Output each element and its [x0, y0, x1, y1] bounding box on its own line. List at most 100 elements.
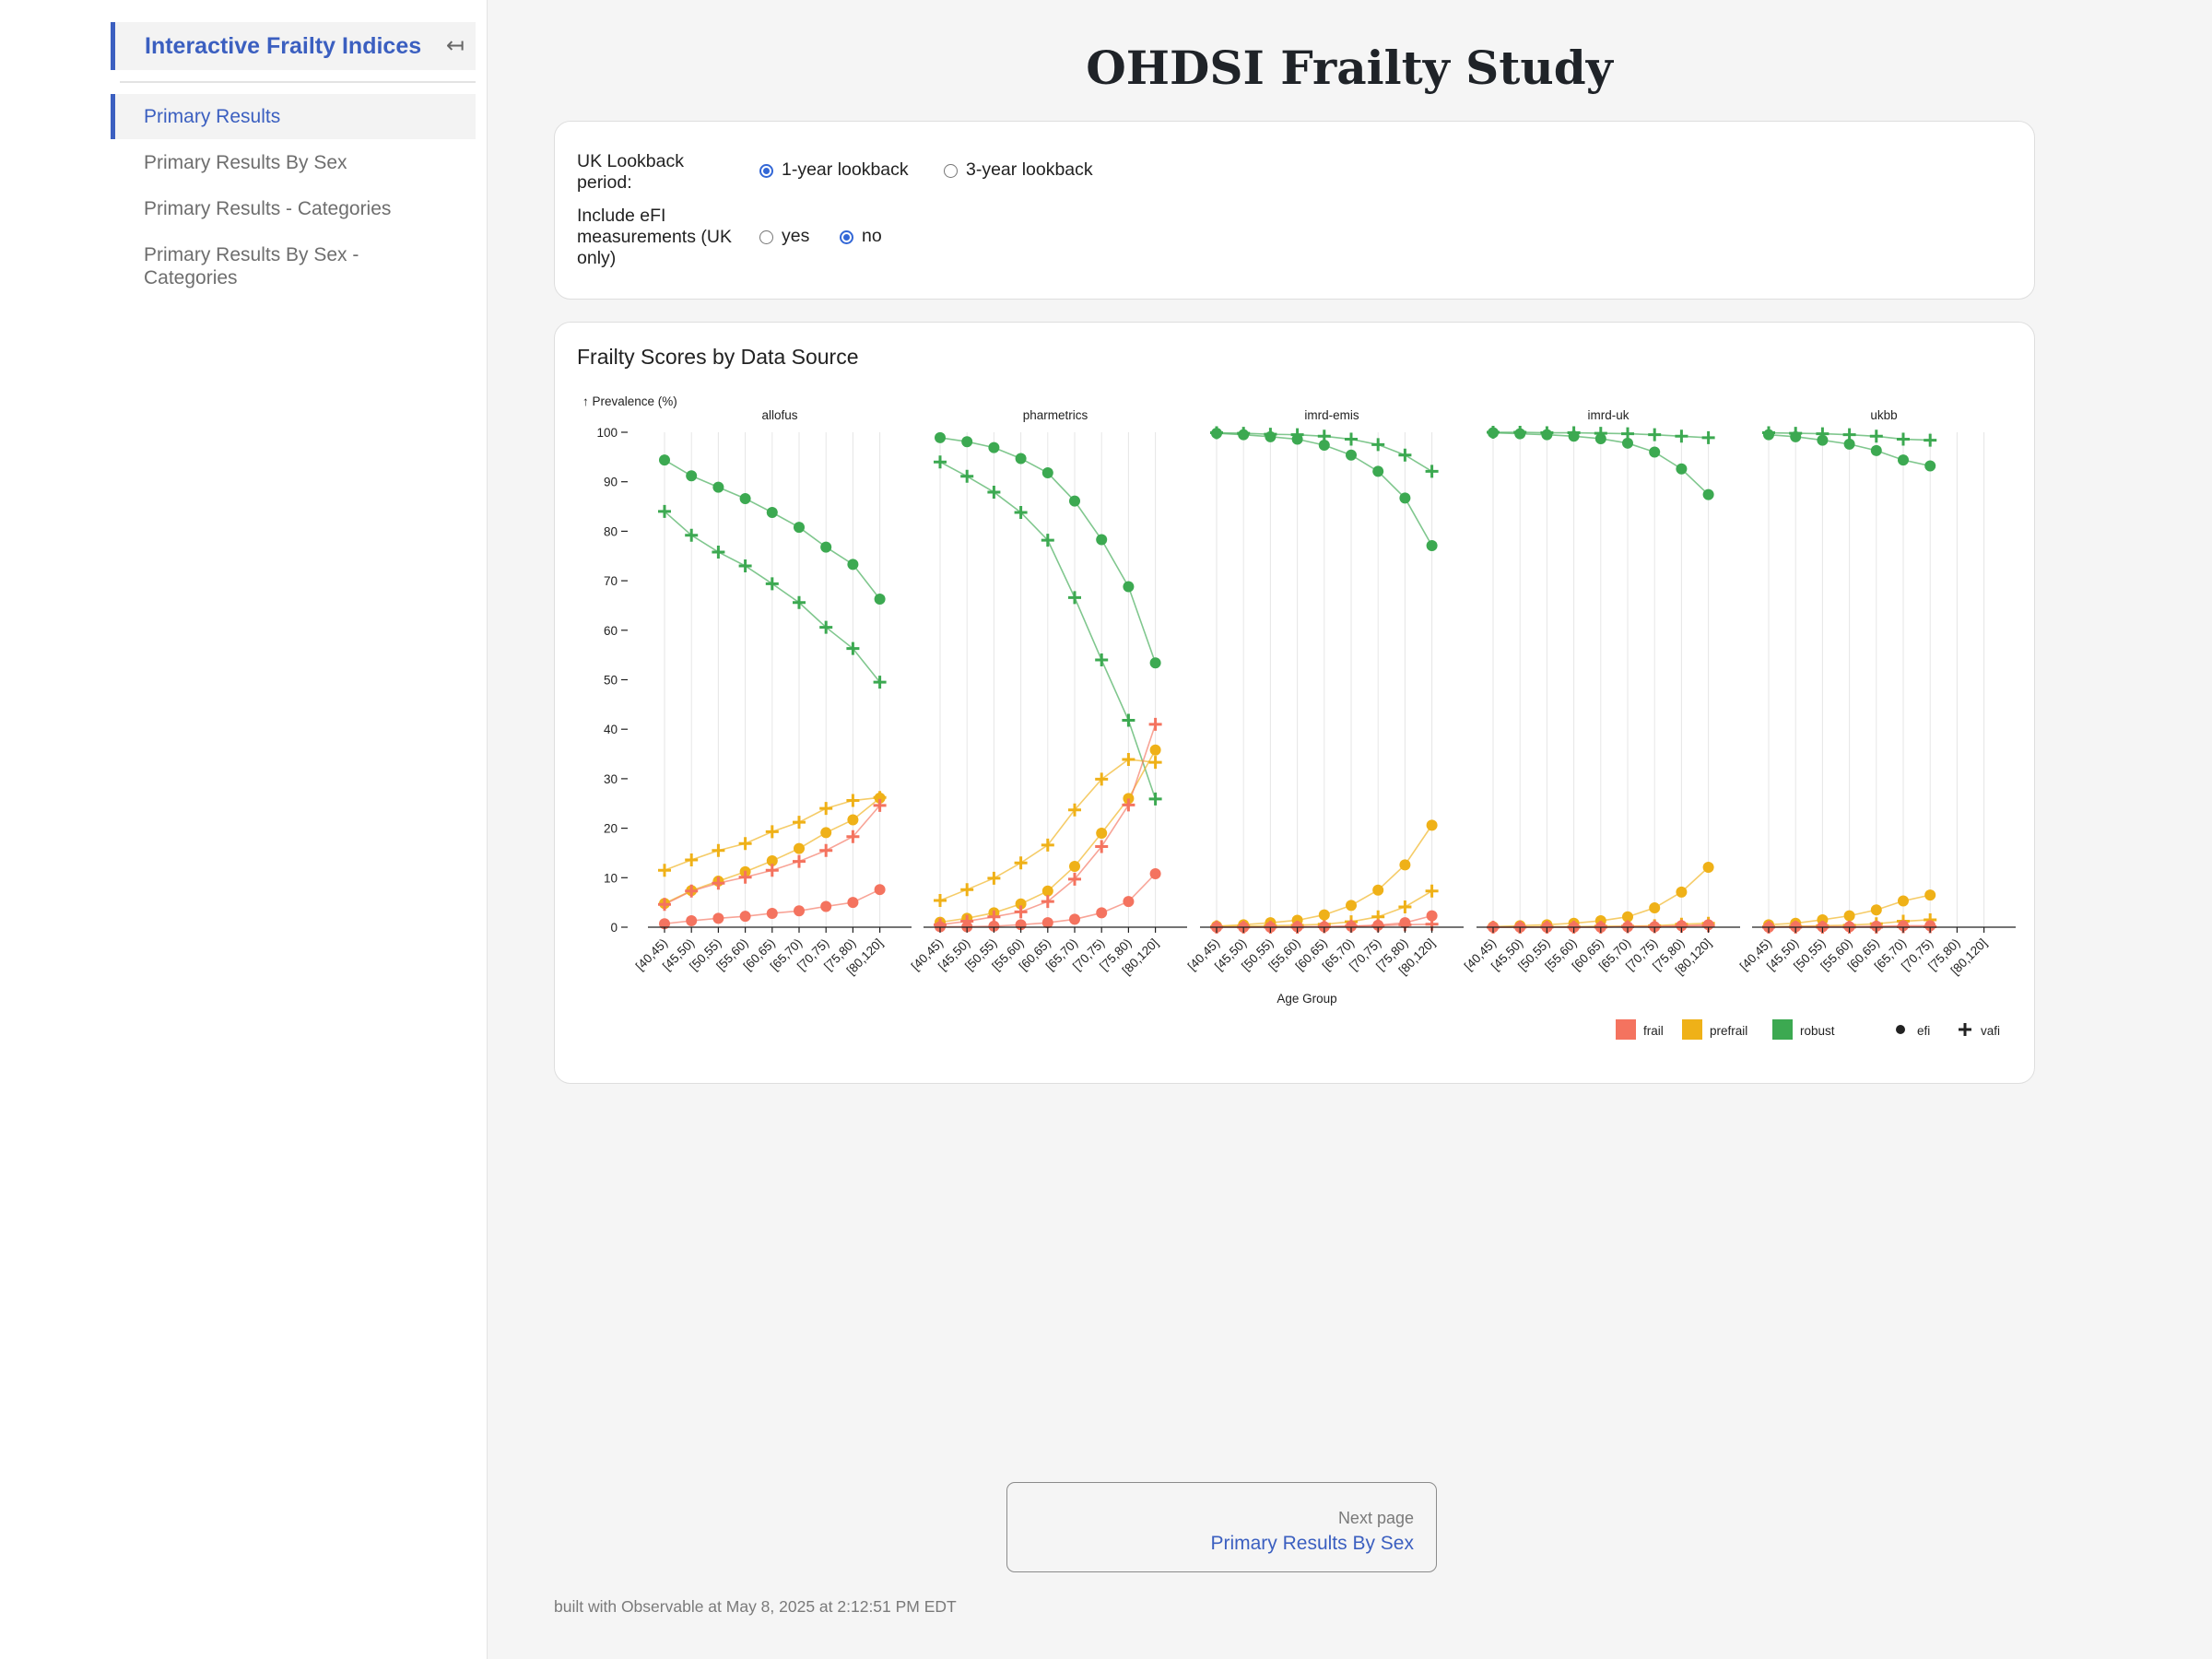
data-point-vafi-robust: [1924, 433, 1937, 447]
footer-text: built with Observable at May 8, 2025 at …: [554, 1597, 957, 1616]
y-tick-label: 30: [604, 772, 618, 786]
data-point-vafi-robust: [1648, 428, 1662, 441]
data-point-vafi-frail: [793, 854, 806, 868]
radio-unchecked-icon[interactable]: [944, 164, 958, 178]
data-point-vafi-robust: [712, 545, 725, 559]
lookback-1-year-radio[interactable]: 1-year lookback: [759, 159, 909, 181]
radio-checked-icon[interactable]: [759, 164, 773, 178]
frailty-chart: ↑ Prevalence (%) 0 10 20 30 40 50 60 70 80 90 100 al…: [582, 394, 2016, 1040]
data-point-efi-robust: [935, 431, 946, 443]
data-point-vafi-robust: [1068, 591, 1081, 605]
lookback-3-year-radio[interactable]: 3-year lookback: [944, 159, 1093, 181]
data-point-efi-frail: [1096, 907, 1108, 919]
data-point-vafi-prefrail: [1398, 900, 1412, 913]
data-point-vafi-prefrail: [987, 871, 1001, 885]
controls-card: UK Lookback period: 1-year lookback 3-ye…: [554, 121, 2035, 300]
data-point-vafi-prefrail: [1014, 856, 1028, 870]
facet-label: ukbb: [1870, 408, 1897, 422]
x-axis-label: Age Group: [1277, 992, 1336, 1006]
data-point-efi-robust: [1123, 581, 1135, 593]
efi-no-radio[interactable]: no: [840, 226, 882, 247]
data-point-vafi-prefrail: [685, 853, 699, 866]
data-point-efi-robust: [1924, 460, 1936, 472]
y-tick-label: 40: [604, 723, 618, 736]
y-tick-label: 60: [604, 624, 618, 638]
legend-label-efi: efi: [1917, 1024, 1930, 1038]
radio-unchecked-icon[interactable]: [759, 230, 773, 244]
data-point-efi-frail: [820, 900, 832, 912]
data-point-vafi-robust: [738, 559, 752, 572]
data-point-efi-frail: [739, 911, 751, 923]
data-point-vafi-prefrail: [819, 802, 833, 816]
legend-swatch-frail: [1616, 1019, 1636, 1040]
data-point-efi-robust: [712, 481, 724, 493]
data-point-vafi-frail: [1148, 717, 1162, 731]
data-point-vafi-frail: [1014, 905, 1028, 919]
data-point-efi-prefrail: [794, 842, 805, 854]
data-point-efi-robust: [794, 522, 805, 534]
data-point-vafi-robust: [1425, 465, 1439, 478]
data-point-vafi-prefrail: [738, 837, 752, 851]
data-point-vafi-prefrail: [1041, 838, 1054, 852]
sidebar-item-primary-results[interactable]: Primary Results: [111, 94, 476, 139]
sidebar-item-primary-results-by-sex-categories[interactable]: Primary Results By Sex - Categories: [111, 243, 442, 289]
next-page-link[interactable]: Primary Results By Sex: [1210, 1533, 1414, 1555]
data-point-efi-prefrail: [1649, 902, 1661, 914]
data-point-vafi-robust: [934, 455, 947, 469]
data-point-vafi-robust: [1371, 438, 1385, 452]
data-point-efi-prefrail: [1702, 862, 1714, 874]
data-point-efi-robust: [1649, 446, 1661, 458]
data-point-efi-robust: [874, 593, 886, 605]
data-point-efi-frail: [686, 915, 698, 927]
facet-label: pharmetrics: [1023, 408, 1088, 422]
chart-card: Frailty Scores by Data Source ↑ Prevalen…: [554, 322, 2035, 1084]
data-point-vafi-robust: [1701, 430, 1715, 444]
data-point-vafi-robust: [1398, 448, 1412, 462]
legend-swatch-prefrail: [1682, 1019, 1702, 1040]
data-point-efi-robust: [1898, 454, 1909, 466]
data-point-efi-robust: [1041, 467, 1053, 479]
y-tick-label: 0: [610, 921, 618, 935]
next-page-card[interactable]: Next page Primary Results By Sex: [1006, 1482, 1437, 1572]
data-point-vafi-prefrail: [793, 816, 806, 830]
collapse-sidebar-icon[interactable]: ↤: [446, 32, 465, 59]
radio-checked-icon[interactable]: [840, 230, 853, 244]
data-point-efi-robust: [739, 492, 751, 504]
data-point-efi-robust: [1372, 465, 1384, 477]
legend-symbol-vafi: [1959, 1023, 1971, 1036]
data-point-efi-frail: [766, 907, 778, 919]
data-point-efi-robust: [961, 436, 973, 448]
data-point-vafi-prefrail: [658, 864, 671, 877]
sidebar-title-bar[interactable]: Interactive Frailty Indices ↤: [111, 22, 476, 70]
data-point-efi-prefrail: [1069, 860, 1080, 872]
data-point-vafi-frail: [765, 864, 779, 877]
data-point-vafi-prefrail: [934, 894, 947, 908]
lookback-label: UK Lookback period:: [577, 151, 684, 193]
data-point-vafi-robust: [1345, 432, 1358, 446]
data-point-efi-prefrail: [1924, 889, 1936, 901]
efi-yes-radio[interactable]: yes: [759, 226, 809, 247]
data-point-efi-robust: [1069, 495, 1080, 507]
data-point-vafi-robust: [1487, 426, 1500, 439]
data-point-efi-robust: [1702, 488, 1714, 500]
data-point-vafi-robust: [1148, 792, 1162, 806]
data-point-vafi-robust: [1210, 426, 1223, 440]
data-point-efi-prefrail: [1426, 819, 1438, 831]
y-tick-label: 80: [604, 524, 618, 538]
sidebar-item-primary-results-by-sex[interactable]: Primary Results By Sex: [111, 151, 476, 174]
app-title[interactable]: Interactive Frailty Indices: [145, 33, 421, 60]
efi-label: Include eFI measurements (UK only): [577, 206, 732, 268]
data-point-efi-robust: [1096, 534, 1108, 546]
data-point-efi-prefrail: [1096, 827, 1108, 839]
legend-label-robust: robust: [1800, 1024, 1835, 1038]
data-point-vafi-robust: [765, 577, 779, 591]
data-point-efi-prefrail: [1898, 895, 1909, 907]
data-point-vafi-frail: [685, 884, 699, 898]
y-axis-label: ↑ Prevalence (%): [582, 394, 677, 408]
data-point-vafi-prefrail: [765, 825, 779, 839]
sidebar: Interactive Frailty Indices ↤ Primary Re…: [0, 0, 488, 1659]
data-point-vafi-robust: [1122, 713, 1135, 727]
sidebar-item-primary-results-categories[interactable]: Primary Results - Categories: [111, 197, 476, 220]
data-point-efi-robust: [1399, 492, 1411, 504]
data-point-efi-robust: [820, 541, 832, 553]
